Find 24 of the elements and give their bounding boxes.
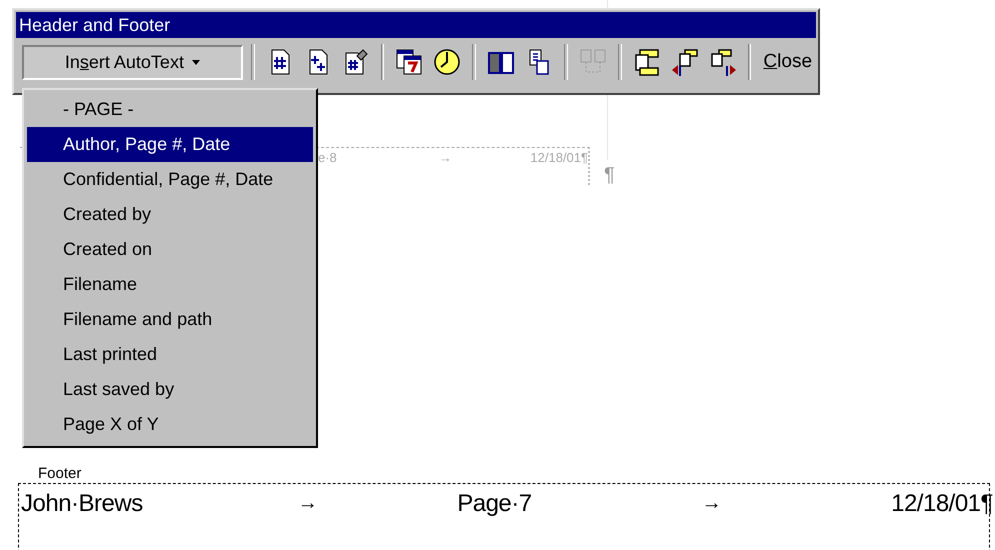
menu-item[interactable]: Filename [27,267,313,302]
footer-label: Footer [38,465,82,483]
menu-item[interactable]: Created on [27,232,313,267]
menu-item[interactable]: Page X of Y [27,407,313,442]
menu-item[interactable]: Filename and path [27,302,313,337]
menu-item[interactable]: Last saved by [27,372,313,407]
menu-item[interactable]: Author, Page #, Date [27,127,313,162]
footer-author: John·Brews [21,490,143,518]
menu-item[interactable]: - PAGE - [27,92,313,127]
menu-item[interactable]: Created by [27,197,313,232]
insert-autotext-button[interactable]: Insert AutoText [22,44,243,80]
header-date: 12/18/01¶ [530,150,588,165]
close-button[interactable]: Close [759,49,816,75]
footer-date: 12/18/01¶ [891,490,993,518]
tab-mark: → [438,150,452,165]
tab-mark: → [298,491,318,515]
window-title: Header and Footer [16,12,816,38]
paragraph-mark: ¶ [604,164,615,187]
menu-item[interactable]: Last printed [27,337,313,372]
menu-item[interactable]: Confidential, Page #, Date [27,162,313,197]
footer-page: Page·7 [457,490,532,518]
header-text: e·8 [318,150,337,165]
caret-icon [192,60,200,64]
tab-mark: → [702,491,722,515]
